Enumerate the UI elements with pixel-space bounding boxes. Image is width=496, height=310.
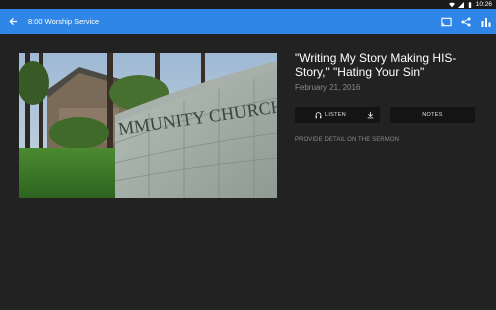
stats-button[interactable] bbox=[480, 16, 492, 28]
download-button[interactable] bbox=[366, 110, 375, 120]
back-button[interactable] bbox=[0, 9, 26, 34]
signal-icon bbox=[457, 1, 464, 8]
app-bar: 8:00 Worship Service bbox=[0, 9, 496, 34]
sermon-date: February 21, 2016 bbox=[295, 83, 361, 92]
notes-label: NOTES bbox=[422, 112, 443, 118]
sermon-title: "Writing My Story Making HIS-Story," "Ha… bbox=[295, 51, 457, 79]
download-icon bbox=[367, 111, 374, 119]
headphones-icon bbox=[315, 111, 322, 118]
clock: 10:26 bbox=[475, 1, 492, 8]
sermon-image: MMUNITY CHURCH bbox=[19, 53, 277, 198]
share-icon bbox=[461, 17, 471, 26]
sermon-detail: "Writing My Story Making HIS-Story," "Ha… bbox=[295, 51, 485, 143]
listen-button[interactable]: LISTEN bbox=[295, 107, 380, 123]
wifi-icon bbox=[448, 2, 455, 7]
status-bar: 10:26 bbox=[0, 0, 496, 9]
cast-button[interactable] bbox=[440, 16, 452, 28]
cast-icon bbox=[440, 17, 452, 26]
sermon-description: PROVIDE DETAIL ON THE SERMON bbox=[295, 137, 400, 143]
listen-label: LISTEN bbox=[324, 112, 347, 118]
back-arrow-icon bbox=[8, 17, 17, 26]
page-title: 8:00 Worship Service bbox=[28, 17, 100, 26]
share-button[interactable] bbox=[460, 16, 472, 28]
bar-chart-icon bbox=[481, 17, 491, 27]
notes-button[interactable]: NOTES bbox=[390, 107, 475, 123]
battery-icon bbox=[468, 1, 471, 8]
